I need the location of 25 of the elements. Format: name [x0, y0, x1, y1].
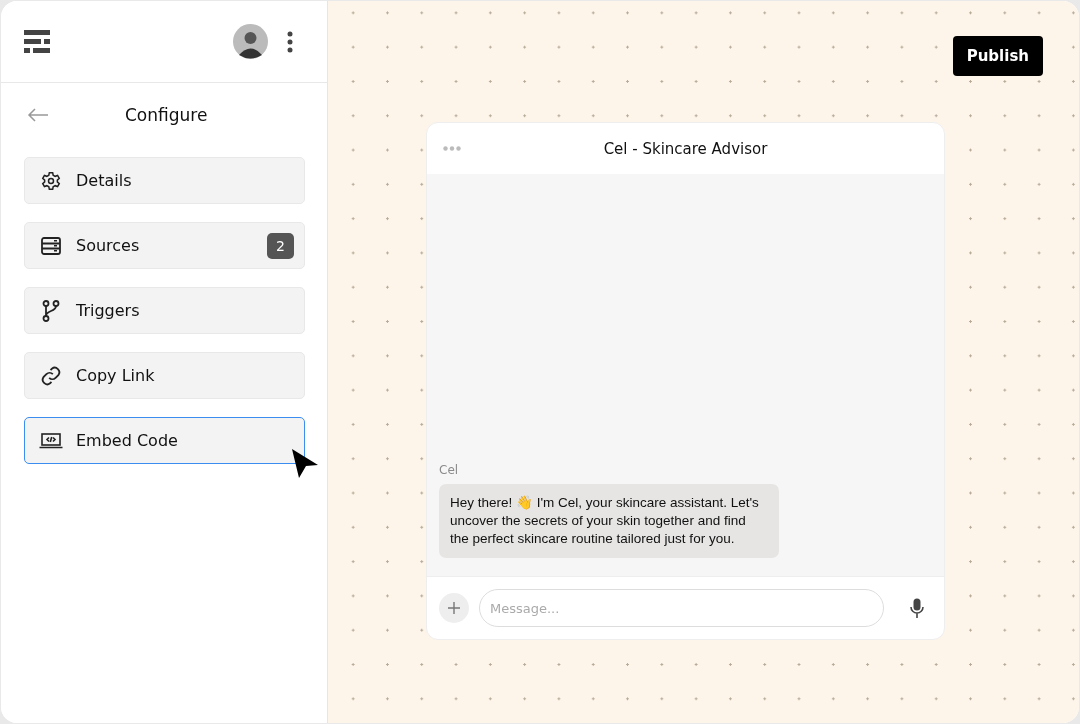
laptop-code-icon [39, 432, 63, 449]
add-button[interactable] [439, 593, 469, 623]
logo-icon[interactable] [24, 29, 50, 54]
message-input[interactable]: Message... [479, 589, 884, 627]
back-arrow-icon[interactable] [27, 108, 49, 122]
sender-name: Cel [439, 463, 460, 477]
sidebar-item[interactable]: Copy Link [24, 352, 305, 399]
branch-icon [42, 299, 60, 322]
sidebar-item[interactable]: Embed Code [24, 417, 305, 464]
microphone-icon[interactable] [910, 598, 924, 618]
chat-title: Cel - Skincare Advisor [603, 139, 768, 158]
publish-button[interactable]: Publish [952, 36, 1043, 76]
avatar[interactable] [233, 24, 268, 59]
sidebar-item[interactable]: Details [24, 157, 305, 204]
panel-title: Configure [125, 105, 208, 125]
more-menu-icon[interactable] [287, 30, 293, 53]
sidebar-item[interactable]: Triggers [24, 287, 305, 334]
gear-icon [41, 170, 61, 191]
message-bubble: Hey there! 👋 I'm Cel, your skincare assistant. Let's uncover the secrets of your skin together and find the perfect skincare routine tailored just for you. [439, 484, 779, 558]
cursor-icon [291, 448, 319, 479]
server-icon [41, 236, 61, 255]
link-icon [40, 364, 62, 387]
plus-icon [447, 601, 461, 615]
count-badge: 2 [267, 232, 294, 259]
sidebar-item[interactable]: Sources 2 [24, 222, 305, 269]
